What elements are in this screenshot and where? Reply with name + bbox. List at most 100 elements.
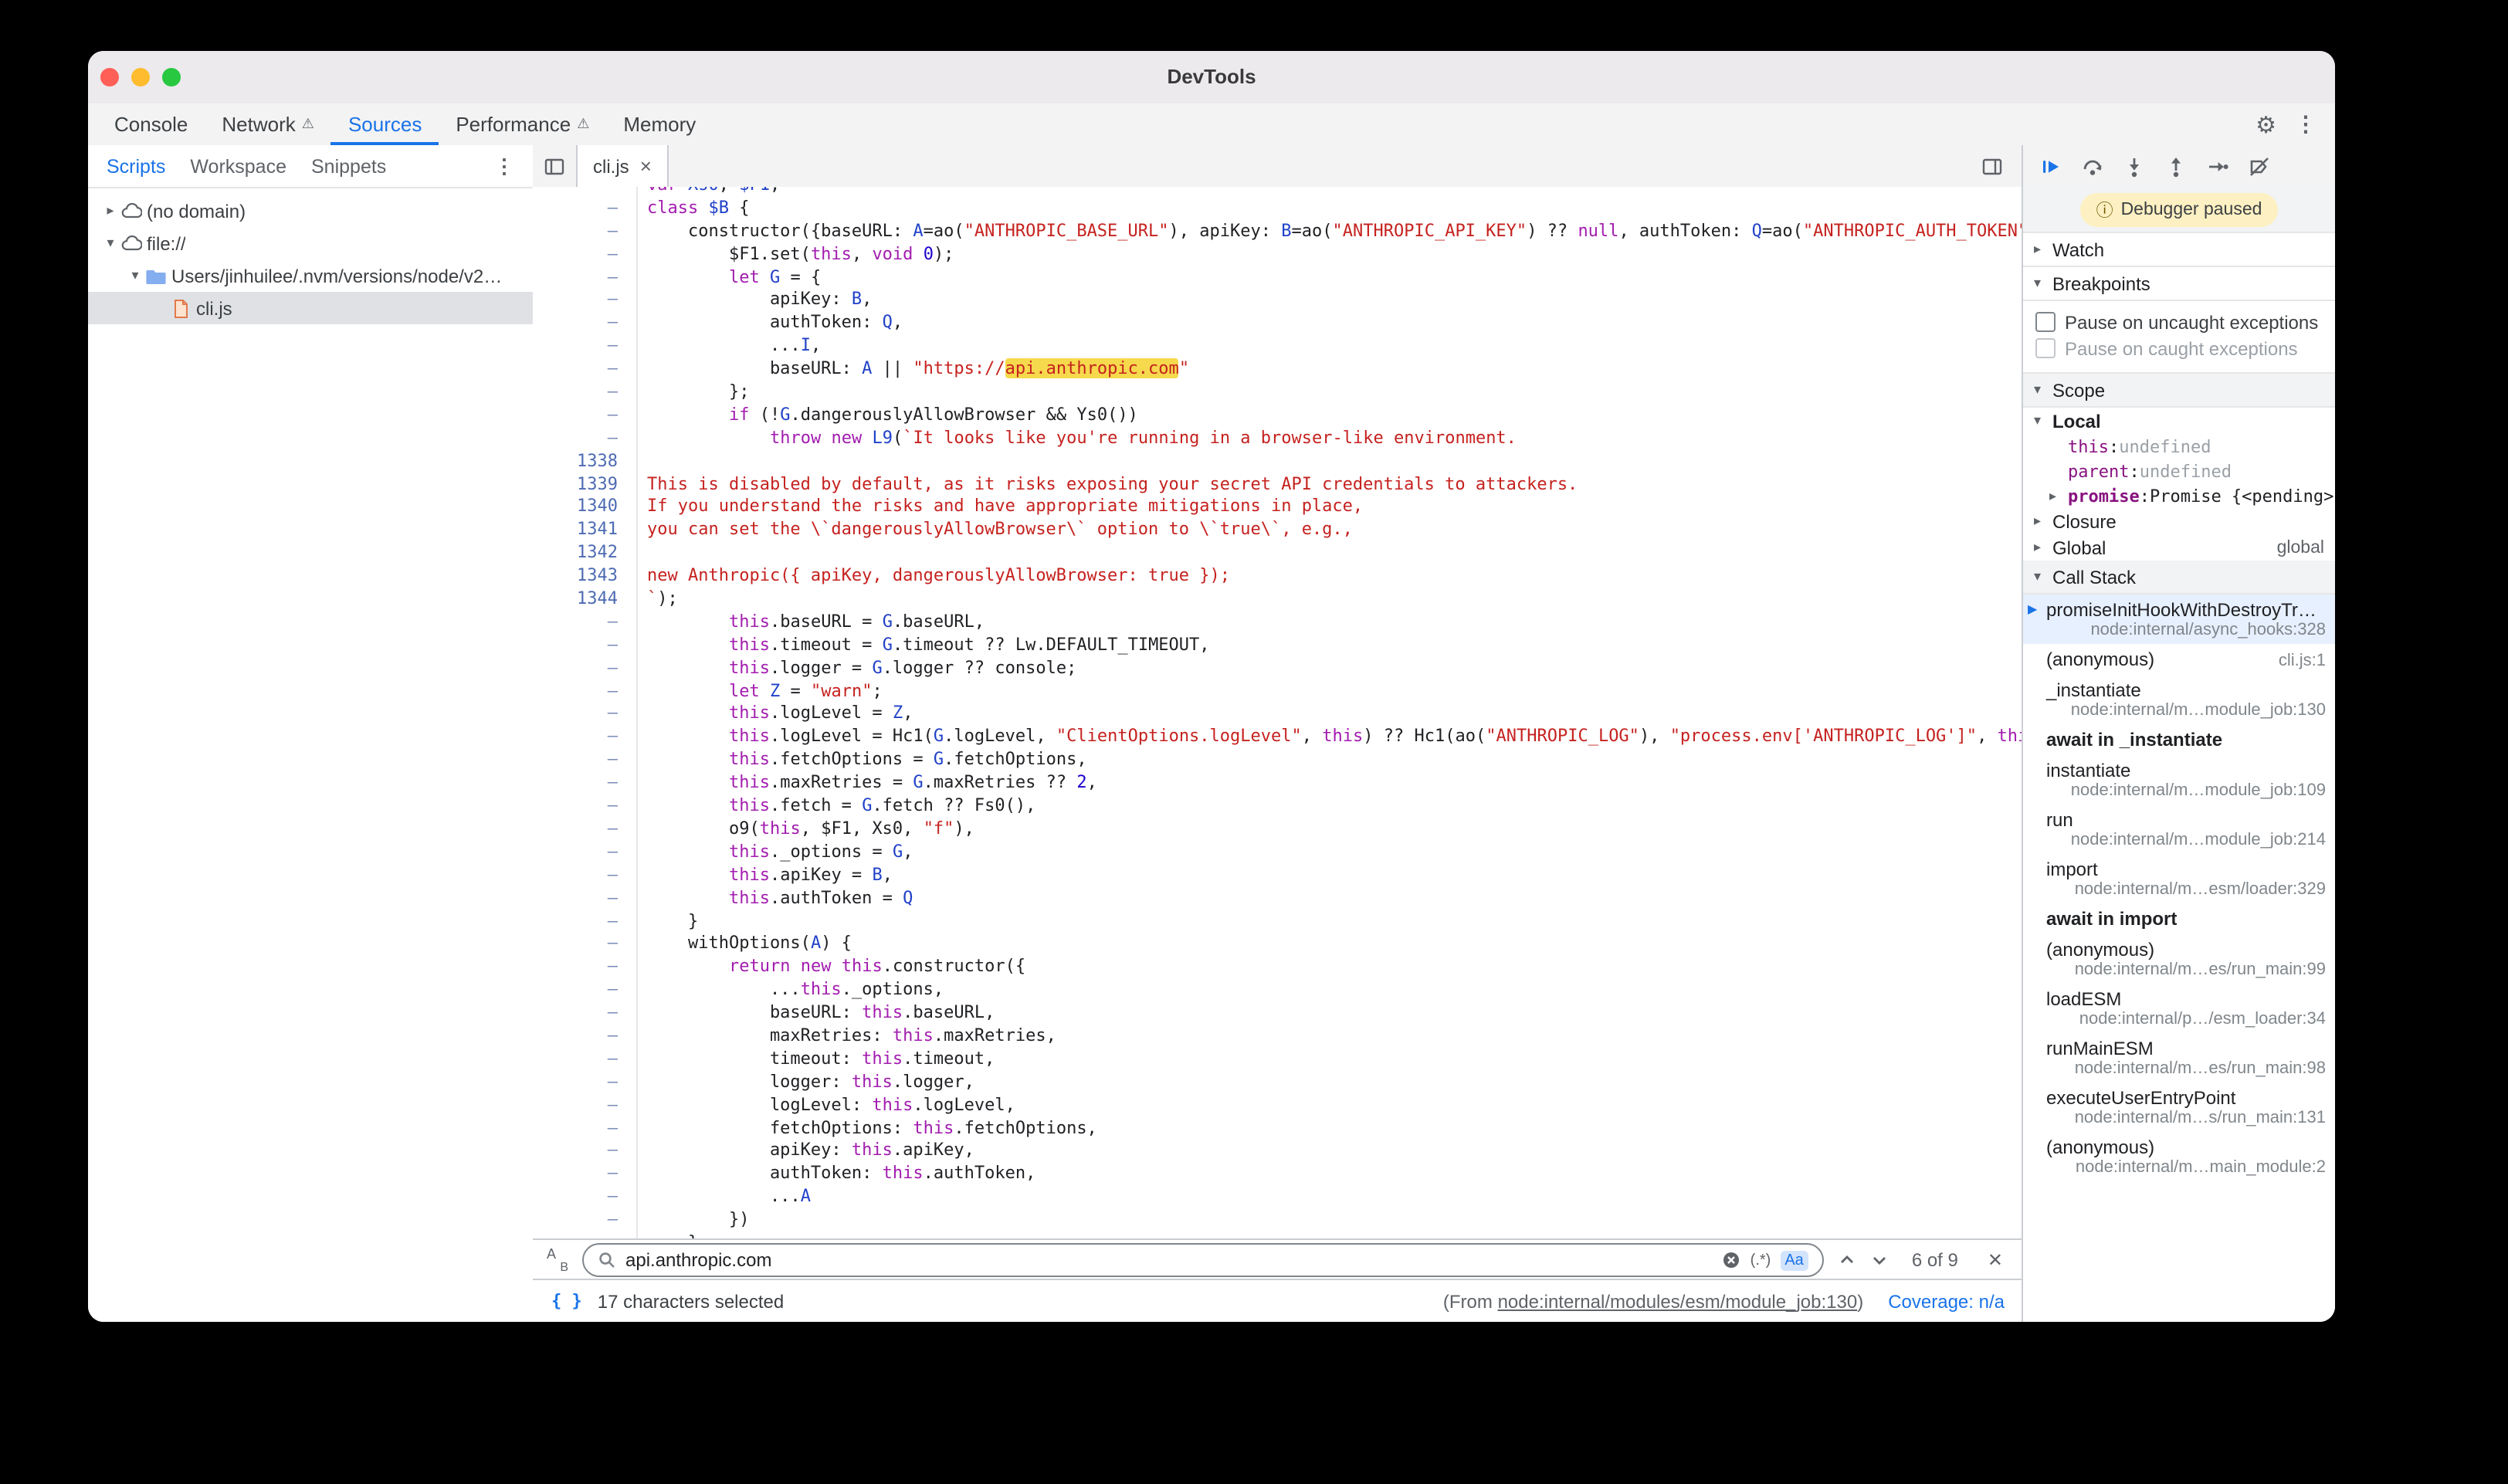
line-number[interactable]: – (533, 979, 638, 1002)
line-number[interactable]: – (533, 635, 638, 658)
frame-location[interactable]: node:internal/m…es/run_main:99 (2075, 961, 2326, 979)
frame-location[interactable]: node:internal/m…module_job:109 (2071, 781, 2326, 800)
tab-performance[interactable]: Performance⚠ (439, 103, 606, 145)
previous-match-icon[interactable] (1838, 1251, 1856, 1269)
line-number[interactable]: – (533, 1140, 638, 1164)
step-into-button[interactable] (2123, 155, 2145, 177)
line-number[interactable]: – (533, 612, 638, 635)
code-editor[interactable]: –var Xs0, $F1;–class $B {– constructor({… (533, 187, 2023, 1240)
line-number[interactable]: 1340 (533, 496, 638, 520)
line-number[interactable]: – (533, 1164, 638, 1187)
line-number[interactable]: – (533, 1049, 638, 1072)
line-number[interactable]: – (533, 657, 638, 680)
scope-variable-this[interactable]: this: undefined (2023, 434, 2335, 459)
callstack-frame-anonymous[interactable]: (anonymous)cli.js:1 (2023, 644, 2335, 675)
breakpoints-section-header[interactable]: ▾ Breakpoints (2023, 267, 2335, 301)
line-number[interactable]: – (533, 933, 638, 957)
line-number[interactable]: – (533, 313, 638, 336)
frame-location[interactable]: node:internal/m…module_job:130 (2071, 701, 2326, 720)
settings-icon[interactable]: ⚙ (2256, 110, 2276, 138)
navigator-tab-workspace[interactable]: Workspace (178, 155, 299, 177)
navigator-more-icon[interactable]: ⋮ (494, 154, 527, 178)
line-number[interactable]: – (533, 910, 638, 933)
replace-toggle-icon[interactable]: A B (547, 1249, 568, 1271)
callstack-frame-anonymous[interactable]: (anonymous)node:internal/m…es/run_main:9… (2023, 934, 2335, 984)
hide-navigator-icon[interactable] (533, 145, 576, 187)
line-number[interactable]: – (533, 864, 638, 887)
callstack-frame-run[interactable]: runnode:internal/m…module_job:214 (2023, 805, 2335, 854)
line-number[interactable]: – (533, 428, 638, 451)
deactivate-breakpoints-button[interactable] (2249, 155, 2270, 177)
callstack-frame-promiseinithookwithdestroytr[interactable]: ▶promiseInitHookWithDestroyTr…node:inter… (2023, 595, 2335, 644)
search-input[interactable]: api.anthropic.com (.*) Aa (582, 1243, 1824, 1277)
step-out-button[interactable] (2165, 155, 2187, 177)
titlebar[interactable]: DevTools (88, 51, 2335, 105)
chevron-right-icon[interactable]: ▸ (100, 202, 120, 219)
tab-console[interactable]: Console (97, 103, 205, 145)
line-number[interactable]: – (533, 405, 638, 428)
line-number[interactable]: – (533, 1094, 638, 1117)
frame-location[interactable]: node:internal/m…main_module:2 (2076, 1158, 2326, 1177)
regex-toggle-icon[interactable]: (.*) (1751, 1252, 1771, 1269)
frame-location[interactable]: node:internal/m…es/run_main:98 (2075, 1059, 2326, 1078)
checkbox-pause-on-caught-exceptions[interactable] (2035, 338, 2056, 358)
line-number[interactable]: – (533, 727, 638, 750)
line-number[interactable]: – (533, 358, 638, 381)
checkbox-pause-on-uncaught-exceptions[interactable] (2035, 312, 2056, 332)
line-number[interactable]: – (533, 266, 638, 290)
line-number[interactable]: – (533, 750, 638, 773)
zoom-window-button[interactable] (162, 68, 181, 86)
line-number[interactable]: – (533, 290, 638, 313)
line-number[interactable]: – (533, 1002, 638, 1025)
callstack-frame-executeuserentrypoint[interactable]: executeUserEntryPointnode:internal/m…s/r… (2023, 1083, 2335, 1132)
line-number[interactable]: – (533, 703, 638, 727)
scope-group-local[interactable]: ▾Local (2023, 408, 2335, 434)
scope-variable-parent[interactable]: parent: undefined (2023, 459, 2335, 483)
tab-network[interactable]: Network⚠ (205, 103, 331, 145)
scope-group-global[interactable]: ▸Globalglobal (2023, 534, 2335, 561)
line-number[interactable]: – (533, 818, 638, 842)
frame-location[interactable]: node:internal/async_hooks:328 (2090, 621, 2326, 639)
line-number[interactable]: – (533, 1071, 638, 1094)
line-number[interactable]: – (533, 187, 638, 198)
clear-search-icon[interactable] (1723, 1251, 1741, 1269)
line-number[interactable]: 1338 (533, 450, 638, 473)
callstack-frame-import[interactable]: importnode:internal/m…esm/loader:329 (2023, 854, 2335, 903)
line-number[interactable]: – (533, 243, 638, 266)
callstack-frame-loadesm[interactable]: loadESMnode:internal/p…/esm_loader:34 (2023, 984, 2335, 1033)
line-number[interactable]: – (533, 957, 638, 980)
close-tab-icon[interactable]: × (640, 154, 652, 178)
navigator-tab-scripts[interactable]: Scripts (94, 155, 178, 177)
line-number[interactable]: – (533, 772, 638, 795)
line-number[interactable]: – (533, 887, 638, 910)
more-options-icon[interactable]: ⋮ (2295, 111, 2317, 137)
line-number[interactable]: – (533, 680, 638, 703)
resume-button[interactable] (2040, 155, 2062, 177)
file-tab-clijs[interactable]: cli.js × (576, 145, 669, 187)
step-button[interactable] (2207, 155, 2228, 177)
line-number[interactable]: 1342 (533, 543, 638, 566)
minimize-window-button[interactable] (131, 68, 150, 86)
callstack-frame-instantiate[interactable]: _instantiatenode:internal/m…module_job:1… (2023, 675, 2335, 724)
frame-location[interactable]: node:internal/m…s/run_main:131 (2075, 1109, 2326, 1127)
chevron-down-icon[interactable]: ▾ (100, 235, 120, 252)
scope-variable-promise[interactable]: ▸promise: Promise {<pending>} (2023, 483, 2335, 508)
close-window-button[interactable] (100, 68, 119, 86)
frame-location[interactable]: node:internal/m…esm/loader:329 (2075, 880, 2326, 899)
line-number[interactable]: 1343 (533, 565, 638, 588)
tree-item-file[interactable]: ▾file:// (88, 227, 533, 259)
next-match-icon[interactable] (1870, 1251, 1889, 1269)
line-number[interactable]: 1339 (533, 473, 638, 496)
line-number[interactable]: – (533, 842, 638, 865)
line-number[interactable]: – (533, 381, 638, 405)
frame-location[interactable]: node:internal/p…/esm_loader:34 (2079, 1010, 2326, 1028)
line-number[interactable]: – (533, 335, 638, 358)
close-search-icon[interactable]: ✕ (1981, 1249, 2009, 1271)
callstack-frame-runmainesm[interactable]: runMainESMnode:internal/m…es/run_main:98 (2023, 1033, 2335, 1083)
line-number[interactable]: – (533, 1117, 638, 1140)
watch-section-header[interactable]: ▸ Watch (2023, 233, 2335, 267)
match-case-toggle-icon[interactable]: Aa (1780, 1250, 1808, 1270)
scope-group-closure[interactable]: ▸Closure (2023, 508, 2335, 534)
line-number[interactable]: – (533, 1025, 638, 1049)
pretty-print-button[interactable]: { } (551, 1291, 582, 1311)
